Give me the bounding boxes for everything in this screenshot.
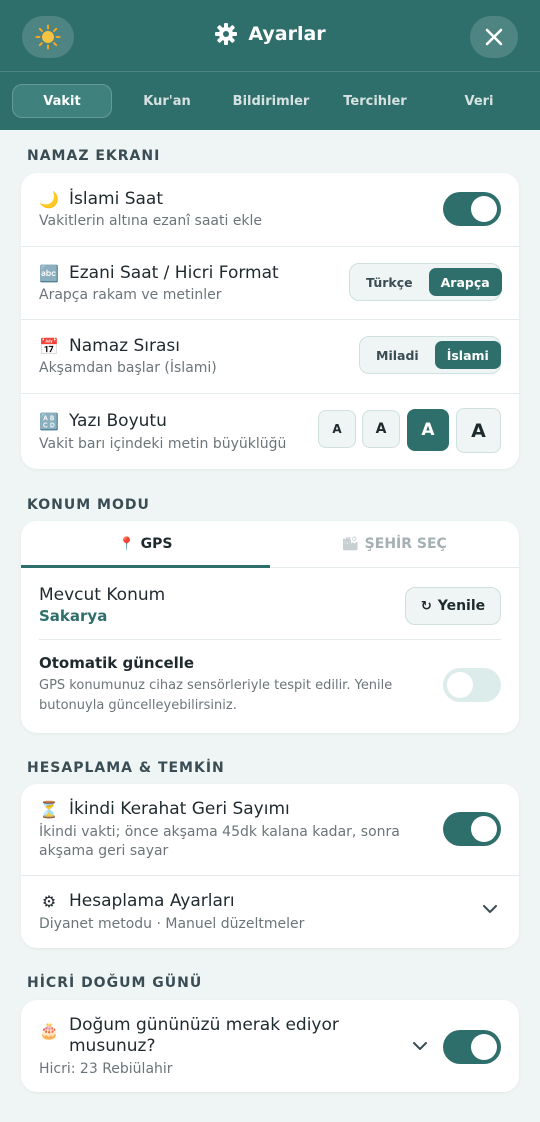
section-title-namaz: NAMAZ EKRANI <box>27 148 161 164</box>
tab-bildirimler[interactable]: Bildirimler <box>222 84 320 118</box>
auto-update-row: Otomatik güncelle GPS konumunuz cihaz se… <box>21 640 519 732</box>
yazi-boyutu-sub: Vakit barı içindeki metin büyüklüğü <box>39 436 287 452</box>
toggle-knob <box>447 672 473 698</box>
section-title-hesaplama: HESAPLAMA & TEMKİN <box>27 760 225 776</box>
header-top-bar: Ayarlar <box>0 0 540 72</box>
refresh-icon: ↻ <box>420 598 432 614</box>
toggle-knob <box>471 196 497 222</box>
dogum-sub: Hicri: 23 Rebiülahir <box>39 1061 173 1077</box>
toggle-knob <box>471 816 497 842</box>
chevron-down-icon[interactable] <box>483 905 497 914</box>
font-size-l-button[interactable]: A <box>456 408 501 453</box>
toggle-knob <box>471 1034 497 1060</box>
kerahat-sub-line1: İkindi vakti; önce akşama 45dk kalana ka… <box>39 824 400 840</box>
kerahat-row: ⏳ İkindi Kerahat Geri Sayımı İkindi vakt… <box>21 784 519 876</box>
font-size-xs-button[interactable]: A <box>318 410 356 448</box>
sira-option-islami[interactable]: İslami <box>434 341 501 369</box>
auto-update-sub-line2: butonuyla güncelleyebilirsiniz. <box>39 698 237 713</box>
namaz-sirasi-title: Namaz Sırası <box>69 336 180 356</box>
page-title: Ayarlar <box>248 23 326 45</box>
auto-update-sub-line1: GPS konumunuz cihaz sensörleriyle tespit… <box>39 678 393 693</box>
namaz-card: 🌙 İslami Saat Vakitlerin altına ezanî sa… <box>21 173 519 469</box>
auto-update-title: Otomatik güncelle <box>39 654 195 672</box>
gear-icon: ⚙ <box>41 891 57 911</box>
islami-saat-toggle[interactable] <box>443 192 501 226</box>
section-title-dogum: HİCRİ DOĞUM GÜNÜ <box>27 975 203 991</box>
page-title-wrap: Ayarlar <box>0 22 540 46</box>
hesaplama-ayarlari-sub: Diyanet metodu · Manuel düzeltmeler <box>39 916 305 932</box>
yazi-boyutu-row: 🔠 Yazı Boyutu Vakit barı içindeki metin … <box>21 394 519 469</box>
moon-icon: 🌙 <box>39 189 59 209</box>
location-mode-tabs: 📍 GPS 🏙 ŞEHİR SEÇ <box>21 521 519 568</box>
abcd-icon: 🔤 <box>39 263 59 283</box>
hourglass-icon: ⏳ <box>39 799 59 819</box>
kerahat-title: İkindi Kerahat Geri Sayımı <box>69 799 290 819</box>
ezani-format-segment: Türkçe Arapça <box>349 263 502 301</box>
kerahat-sub-line2: akşama geri sayar <box>39 843 169 859</box>
gear-icon <box>215 23 238 45</box>
tab-gps[interactable]: 📍 GPS <box>21 521 270 568</box>
tab-gps-label: GPS <box>140 536 173 552</box>
font-size-s-button[interactable]: A <box>362 410 400 448</box>
tab-tercihler[interactable]: Tercihler <box>326 84 424 118</box>
tab-sehir-label: ŞEHİR SEÇ <box>364 536 447 552</box>
app-header: Ayarlar Vakit Kur'an Bildirimler Tercihl… <box>0 0 540 130</box>
tab-sehir-sec[interactable]: 🏙 ŞEHİR SEÇ <box>270 521 519 567</box>
kerahat-toggle[interactable] <box>443 812 501 846</box>
konum-card: 📍 GPS 🏙 ŞEHİR SEÇ Mevcut Konum Sakarya ↻… <box>21 521 519 733</box>
ezani-row: 🔤 Ezani Saat / Hicri Format Arapça rakam… <box>21 247 519 320</box>
auto-update-toggle[interactable] <box>443 668 501 702</box>
dogum-title-line2: musunuz? <box>69 1036 156 1056</box>
hesaplama-card: ⏳ İkindi Kerahat Geri Sayımı İkindi vakt… <box>21 784 519 948</box>
namaz-sirasi-sub: Akşamdan başlar (İslami) <box>39 360 217 376</box>
current-location-value: Sakarya <box>39 607 108 625</box>
section-title-konum: KONUM MODU <box>27 497 150 513</box>
cake-icon: 🎂 <box>39 1021 59 1040</box>
tab-kuran[interactable]: Kur'an <box>118 84 216 118</box>
city-icon: 🏙 <box>342 536 359 552</box>
ezani-title: Ezani Saat / Hicri Format <box>69 263 279 283</box>
font-size-m-button[interactable]: A <box>407 409 449 451</box>
refresh-label: Yenile <box>437 598 486 614</box>
settings-tabs: Vakit Kur'an Bildirimler Tercihler Veri <box>12 84 528 118</box>
tab-veri[interactable]: Veri <box>430 84 528 118</box>
dogum-card: 🎂 Doğum gününüzü merak ediyor musunuz? H… <box>21 1000 519 1092</box>
dogum-title-line1: Doğum gününüzü merak ediyor <box>69 1015 339 1035</box>
refresh-location-button[interactable]: ↻ Yenile <box>405 587 501 625</box>
islami-saat-title: İslami Saat <box>69 189 163 209</box>
hesaplama-ayarlari-row[interactable]: ⚙ Hesaplama Ayarları Diyanet metodu · Ma… <box>21 876 519 948</box>
namaz-sirasi-row: 📅 Namaz Sırası Akşamdan başlar (İslami) … <box>21 320 519 394</box>
islami-saat-sub: Vakitlerin altına ezanî saati ekle <box>39 213 263 229</box>
yazi-boyutu-title: Yazı Boyutu <box>69 411 167 431</box>
chevron-down-icon[interactable] <box>413 1042 427 1051</box>
namaz-sirasi-segment: Miladi İslami <box>359 336 501 374</box>
dogum-toggle[interactable] <box>443 1030 501 1064</box>
current-location-row: Mevcut Konum Sakarya ↻ Yenile <box>21 569 519 639</box>
ezani-sub: Arapça rakam ve metinler <box>39 287 222 303</box>
dogum-title: Doğum gününüzü merak ediyor musunuz? <box>69 1015 339 1057</box>
ezani-option-arapca[interactable]: Arapça <box>428 268 502 296</box>
close-icon <box>485 28 503 46</box>
current-location-title: Mevcut Konum <box>39 585 166 605</box>
pin-icon: 📍 <box>118 536 135 552</box>
islami-saat-row: 🌙 İslami Saat Vakitlerin altına ezanî sa… <box>21 173 519 247</box>
sira-option-miladi[interactable]: Miladi <box>364 341 431 369</box>
tab-vakit[interactable]: Vakit <box>12 84 112 118</box>
close-button[interactable] <box>470 16 518 58</box>
ezani-option-turkce[interactable]: Türkçe <box>354 268 425 296</box>
hesaplama-ayarlari-title: Hesaplama Ayarları <box>69 891 235 911</box>
calendar-icon: 📅 <box>39 336 59 356</box>
font-size-icon: 🔠 <box>39 411 59 431</box>
